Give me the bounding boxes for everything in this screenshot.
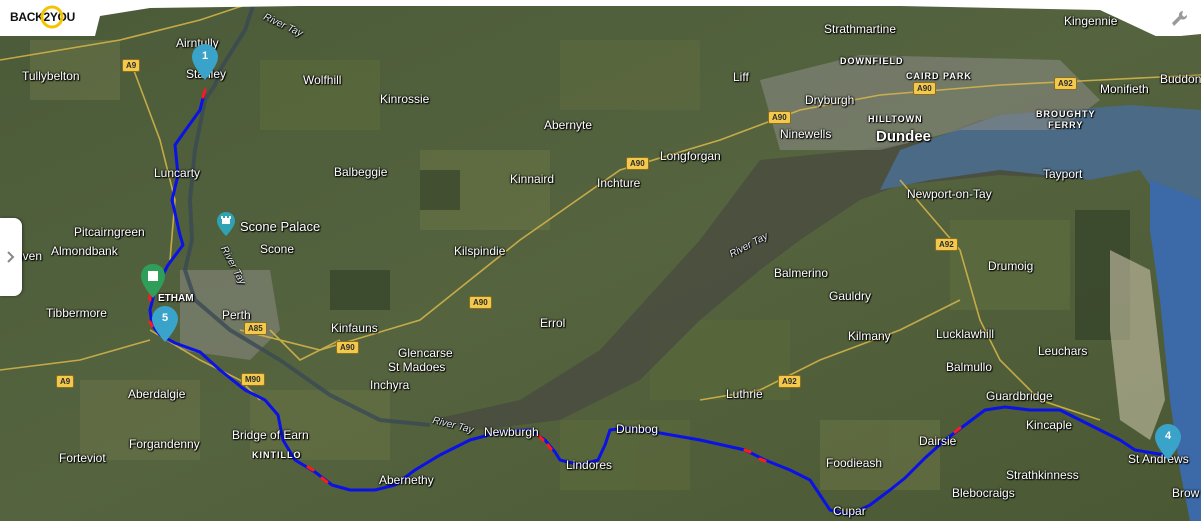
place-label-leuchars: Leuchars — [1038, 344, 1088, 358]
place-label-balbeggie: Balbeggie — [334, 165, 388, 179]
place-label-dundee: Dundee — [876, 128, 932, 145]
place-label-tullybelton: Tullybelton — [22, 69, 80, 83]
place-label-kilmany: Kilmany — [848, 329, 891, 343]
place-label-luncarty: Luncarty — [154, 166, 201, 180]
place-label-forteviot: Forteviot — [59, 451, 106, 465]
castle-poi-icon[interactable] — [217, 212, 235, 236]
map-view[interactable]: Airntully Stanley Tullybelton Wolfhill K… — [0, 0, 1201, 521]
place-label-buddon: Buddon — [1160, 72, 1201, 86]
start-flag-pin-icon — [141, 264, 165, 298]
road-shield-a92-newport: A92 — [935, 238, 958, 251]
place-label-kilspindie: Kilspindie — [454, 244, 506, 258]
place-label-aberdalgie: Aberdalgie — [128, 387, 186, 401]
place-label-balmerino: Balmerino — [774, 266, 829, 280]
road-shield-a92-dundee: A92 — [1054, 77, 1077, 90]
place-label-cupar: Cupar — [833, 504, 866, 518]
place-label-newburgh: Newburgh — [484, 425, 539, 439]
place-label-ninewells: Ninewells — [780, 127, 832, 141]
place-label-almondbank: Almondbank — [51, 244, 118, 258]
app-logo[interactable]: BACK2YOU — [10, 3, 75, 31]
road-shield-a90-kinfauns: A90 — [336, 341, 359, 354]
top-bar-background — [0, 0, 1201, 36]
place-label-balmullo: Balmullo — [946, 360, 993, 374]
place-label-newport-on-tay: Newport-on-Tay — [907, 187, 992, 201]
waypoint-pin-5[interactable]: 5 — [152, 306, 178, 342]
place-label-kinnaird: Kinnaird — [510, 172, 555, 186]
place-label-luthrie: Luthrie — [726, 387, 763, 401]
place-label-strathkinness: Strathkinness — [1006, 468, 1079, 482]
place-label-drumoig: Drumoig — [988, 259, 1034, 273]
place-label-lindores: Lindores — [566, 458, 613, 472]
place-label-kinfauns: Kinfauns — [331, 321, 378, 335]
place-label-scone-palace: Scone Palace — [240, 219, 321, 234]
road-shield-a90-ninewells: A90 — [768, 111, 791, 124]
place-label-dunbog: Dunbog — [616, 422, 659, 436]
place-label-abernethy: Abernethy — [379, 473, 434, 487]
place-label-scone: Scone — [260, 242, 295, 256]
place-label-lucklawhill: Lucklawhill — [936, 327, 995, 341]
road-shield-a9-north: A9 — [122, 59, 141, 72]
wrench-settings-icon[interactable] — [1171, 10, 1189, 28]
place-label-abernyte: Abernyte — [544, 118, 593, 132]
road-shield-a9-south: A9 — [56, 375, 75, 388]
road-shield-a90-errol: A90 — [469, 296, 492, 309]
place-label-errol: Errol — [540, 316, 566, 330]
district-label-broughty-ferry: BROUGHTY FERRY — [1036, 109, 1096, 130]
district-label-hilltown: HILLTOWN — [868, 114, 923, 124]
place-label-pitcairngreen: Pitcairngreen — [74, 225, 145, 239]
place-label-blebocraigs: Blebocraigs — [952, 486, 1015, 500]
place-label-brow: Brow — [1172, 486, 1200, 500]
place-label-perth: Perth — [222, 308, 251, 322]
place-label-guardbridge: Guardbridge — [986, 389, 1053, 403]
place-label-longforgan: Longforgan — [660, 149, 721, 163]
road-shield-a85: A85 — [244, 322, 267, 335]
waypoint-pin-label: 1 — [201, 50, 209, 62]
place-label-liff: Liff — [733, 70, 749, 84]
road-shield-m90: M90 — [241, 373, 265, 386]
top-bar: BACK2YOU — [0, 0, 1201, 36]
place-label-inchyra: Inchyra — [370, 378, 410, 392]
district-label-caird-park: CAIRD PARK — [906, 71, 972, 81]
place-label-dryburgh: Dryburgh — [805, 93, 855, 107]
place-label-wolfhill: Wolfhill — [303, 73, 342, 87]
place-label-kintillo: KINTILLO — [252, 450, 302, 460]
place-label-kincaple: Kincaple — [1026, 418, 1073, 432]
place-label-forgandenny: Forgandenny — [129, 437, 200, 451]
road-shield-a90-longforgan: A90 — [626, 157, 649, 170]
place-label-st-madoes: St Madoes — [388, 360, 446, 374]
waypoint-pin-4[interactable]: 4 — [1155, 424, 1181, 460]
chevron-right-icon — [7, 251, 15, 263]
place-label-dairsie: Dairsie — [919, 434, 957, 448]
place-label-gauldry: Gauldry — [829, 289, 872, 303]
logo-ring-icon — [40, 5, 64, 29]
district-label-downfield: DOWNFIELD — [840, 56, 904, 66]
place-label-monifieth: Monifieth — [1100, 82, 1149, 96]
place-label-glencarse: Glencarse — [398, 346, 453, 360]
place-label-tibbermore: Tibbermore — [46, 306, 107, 320]
start-pin[interactable] — [141, 264, 165, 298]
place-label-kinrossie: Kinrossie — [380, 92, 430, 106]
place-label-inchture: Inchture — [597, 176, 641, 190]
waypoint-pin-label: 5 — [161, 312, 169, 324]
road-shield-a92-luthrie: A92 — [778, 375, 801, 388]
sidebar-toggle-button[interactable] — [0, 218, 22, 296]
waypoint-pin-label: 4 — [1164, 430, 1172, 442]
road-shield-a90-dundee: A90 — [913, 82, 936, 95]
waypoint-pin-1[interactable]: 1 — [192, 44, 218, 80]
place-label-foodieash: Foodieash — [826, 456, 883, 470]
place-label-tayport: Tayport — [1043, 167, 1083, 181]
place-label-bridge-of-earn: Bridge of Earn — [232, 428, 309, 442]
